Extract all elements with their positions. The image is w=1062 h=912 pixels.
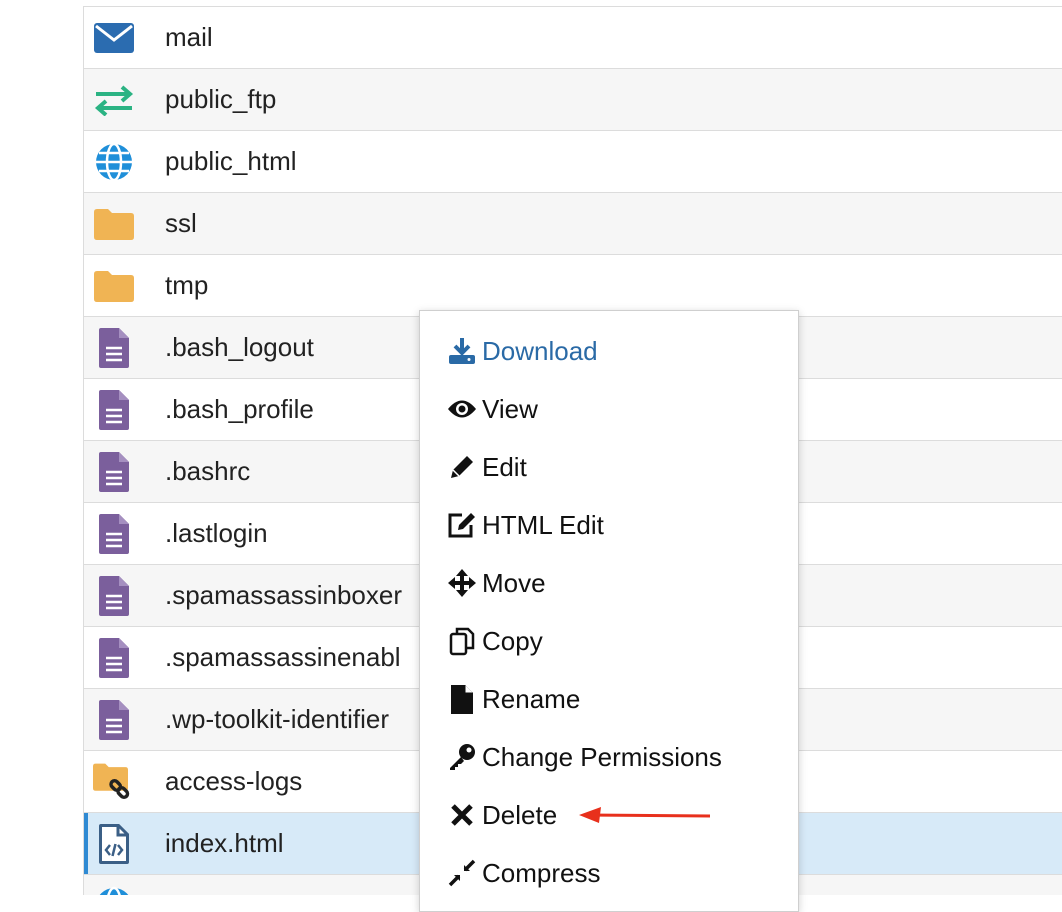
file-row-public-ftp[interactable]: public_ftp xyxy=(84,69,1062,131)
file-text-icon xyxy=(93,637,135,679)
file-row-ssl[interactable]: ssl xyxy=(84,193,1062,255)
menu-item-move[interactable]: Move xyxy=(446,563,546,603)
file-name: .spamassassinenabl xyxy=(165,642,401,672)
copy-icon xyxy=(446,625,478,657)
menu-item-label: Download xyxy=(482,335,598,366)
compress-icon xyxy=(446,857,478,889)
folder-link-icon xyxy=(93,761,135,803)
file-text-icon xyxy=(93,327,135,369)
file-row-tmp[interactable]: tmp xyxy=(84,255,1062,317)
menu-item-view[interactable]: View xyxy=(446,389,538,429)
file-name: .spamassassinboxer xyxy=(165,580,402,610)
menu-item-label: HTML Edit xyxy=(482,509,604,540)
file-row-public-html[interactable]: public_html xyxy=(84,131,1062,193)
menu-item-edit[interactable]: Edit xyxy=(446,447,527,487)
file-name: mail xyxy=(165,22,213,52)
file-text-icon xyxy=(93,575,135,617)
menu-item-html-edit[interactable]: HTML Edit xyxy=(446,505,604,545)
file-name: .wp-toolkit-identifier xyxy=(165,704,389,734)
menu-item-label: View xyxy=(482,393,538,424)
pencil-icon xyxy=(446,451,478,483)
transfer-arrows-icon xyxy=(93,79,135,121)
globe-icon xyxy=(93,141,135,183)
menu-item-delete[interactable]: Delete xyxy=(446,795,557,835)
file-name: .bash_logout xyxy=(165,332,314,362)
folder-icon xyxy=(93,265,135,307)
close-icon xyxy=(446,799,478,831)
globe-icon xyxy=(93,885,135,895)
menu-item-label: Copy xyxy=(482,625,543,656)
envelope-icon xyxy=(93,17,135,59)
file-icon xyxy=(446,683,478,715)
menu-item-label: Edit xyxy=(482,451,527,482)
file-text-icon xyxy=(93,699,135,741)
file-name: public_ftp xyxy=(165,84,277,114)
menu-item-label: Rename xyxy=(482,683,581,714)
file-name: tmp xyxy=(165,270,209,300)
download-icon xyxy=(446,335,478,367)
menu-item-label: Change Permissions xyxy=(482,741,722,772)
menu-item-copy[interactable]: Copy xyxy=(446,621,543,661)
file-row-mail[interactable]: mail xyxy=(84,7,1062,69)
menu-item-compress[interactable]: Compress xyxy=(446,853,600,893)
file-text-icon xyxy=(93,451,135,493)
edit-square-icon xyxy=(446,509,478,541)
file-name: .bashrc xyxy=(165,456,251,486)
file-name: index.html xyxy=(165,828,284,858)
file-text-icon xyxy=(93,513,135,555)
folder-icon xyxy=(93,203,135,245)
eye-icon xyxy=(446,393,478,425)
menu-item-download[interactable]: Download xyxy=(446,331,598,371)
file-code-icon xyxy=(93,823,135,865)
file-name: .bash_profile xyxy=(165,394,314,424)
file-name: access-logs xyxy=(165,766,303,796)
menu-item-rename[interactable]: Rename xyxy=(446,679,580,719)
menu-item-label: Compress xyxy=(482,857,601,888)
menu-item-label: Delete xyxy=(482,799,558,830)
file-name: public_html xyxy=(165,146,297,176)
file-text-icon xyxy=(93,389,135,431)
file-name: ssl xyxy=(165,208,197,238)
move-arrows-icon xyxy=(446,567,478,599)
annotation-arrow xyxy=(579,807,711,823)
file-name: .lastlogin xyxy=(165,518,268,548)
menu-item-label: Move xyxy=(482,567,546,598)
menu-item-change-permissions[interactable]: Change Permissions xyxy=(446,737,722,777)
key-icon xyxy=(446,741,478,773)
